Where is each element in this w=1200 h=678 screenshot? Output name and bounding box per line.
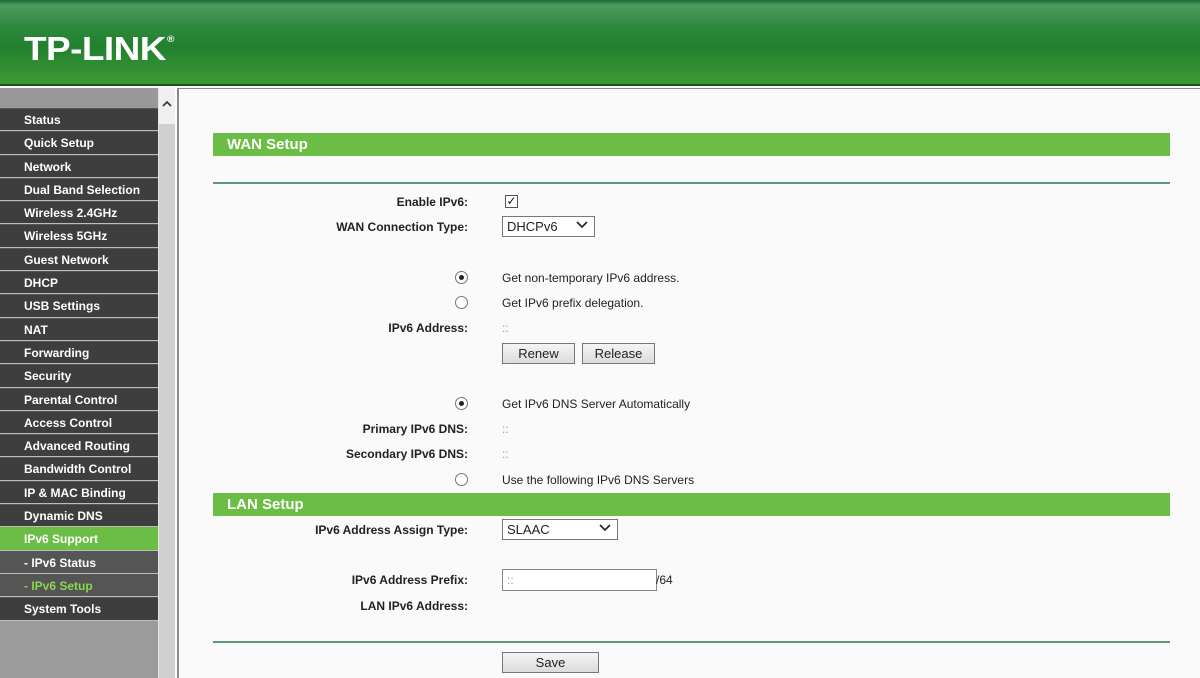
nontemp-address-radio[interactable] (455, 271, 468, 284)
ipv6-address-value: :: (502, 321, 509, 335)
main-content: WAN Setup Enable IPv6: ✓ WAN Connection … (177, 88, 1200, 678)
sidebar-item-ipv6-support[interactable]: IPv6 Support (0, 527, 158, 551)
sidebar-item-wireless-5ghz[interactable]: Wireless 5GHz (0, 224, 158, 248)
sidebar-item-ipv6-status[interactable]: - IPv6 Status (0, 550, 158, 574)
tp-link-logo: TP-LINK® (24, 30, 174, 67)
divider (213, 641, 1170, 643)
sidebar-item-network[interactable]: Network (0, 154, 158, 178)
dns-manual-radio[interactable] (455, 473, 468, 486)
prefix-label: IPv6 Address Prefix: (351, 573, 468, 587)
sidebar-item-advanced-routing[interactable]: Advanced Routing (0, 434, 158, 458)
divider (213, 182, 1170, 184)
dns-auto-label: Get IPv6 DNS Server Automatically (502, 397, 691, 411)
sidebar-item-wireless-2-4ghz[interactable]: Wireless 2.4GHz (0, 201, 158, 225)
sidebar-item-dual-band-selection[interactable]: Dual Band Selection (0, 177, 158, 202)
sidebar-item-ip-mac-binding[interactable]: IP & MAC Binding (0, 480, 158, 505)
chevron-up-icon (162, 100, 172, 107)
header-banner: TP-LINK® (0, 0, 1200, 86)
sidebar-item-status[interactable]: Status (0, 108, 158, 132)
primary-dns-value: :: (502, 422, 509, 436)
assign-type-select[interactable]: SLAAC (502, 519, 618, 540)
ipv6-address-label: IPv6 Address: (388, 321, 468, 335)
dns-manual-label: Use the following IPv6 DNS Servers (502, 473, 695, 487)
sidebar-item-bandwidth-control[interactable]: Bandwidth Control (0, 457, 158, 481)
wan-setup-heading: WAN Setup (213, 133, 1170, 156)
chevron-down-icon (599, 520, 611, 539)
sidebar-item-parental-control[interactable]: Parental Control (0, 387, 158, 411)
sidebar-item-nat[interactable]: NAT (0, 317, 158, 341)
secondary-dns-value: :: (502, 447, 509, 461)
release-button[interactable]: Release (582, 343, 655, 364)
sidebar-menu: Status Quick Setup Network Dual Band Sel… (0, 88, 158, 678)
sidebar-item-quick-setup[interactable]: Quick Setup (0, 131, 158, 155)
prefix-delegation-label: Get IPv6 prefix delegation. (502, 296, 644, 310)
assign-type-label: IPv6 Address Assign Type: (315, 523, 468, 537)
lan-ipv6-address-label: LAN IPv6 Address: (360, 599, 468, 613)
checkmark-icon: ✓ (506, 194, 517, 208)
sidebar-item-dhcp[interactable]: DHCP (0, 271, 158, 295)
lan-setup-heading: LAN Setup (213, 493, 1170, 516)
nontemp-address-label: Get non-temporary IPv6 address. (502, 271, 680, 285)
sidebar-item-guest-network[interactable]: Guest Network (0, 247, 158, 272)
dns-auto-radio[interactable] (455, 397, 468, 410)
save-button[interactable]: Save (502, 652, 599, 673)
sidebar-item-access-control[interactable]: Access Control (0, 410, 158, 435)
prefix-delegation-radio[interactable] (455, 296, 468, 309)
primary-dns-label: Primary IPv6 DNS: (362, 422, 468, 436)
enable-ipv6-checkbox[interactable]: ✓ (505, 195, 518, 208)
sidebar-item-ipv6-setup[interactable]: - IPv6 Setup (0, 573, 158, 598)
sidebar-item-forwarding[interactable]: Forwarding (0, 340, 158, 365)
chevron-down-icon (576, 217, 588, 236)
sidebar-scrollbar[interactable] (158, 88, 175, 678)
sidebar-item-usb-settings[interactable]: USB Settings (0, 294, 158, 318)
prefix-input[interactable]: :: (502, 569, 657, 591)
wan-connection-type-label: WAN Connection Type: (336, 220, 468, 234)
sidebar-item-security[interactable]: Security (0, 364, 158, 388)
prefix-suffix: /64 (656, 573, 673, 587)
wan-connection-type-select[interactable]: DHCPv6 (502, 216, 595, 237)
secondary-dns-label: Secondary IPv6 DNS: (345, 447, 468, 461)
enable-ipv6-label: Enable IPv6: (396, 195, 468, 209)
sidebar-item-dynamic-dns[interactable]: Dynamic DNS (0, 504, 158, 528)
renew-button[interactable]: Renew (502, 343, 575, 364)
scroll-up-button[interactable] (159, 88, 175, 124)
sidebar-item-system-tools[interactable]: System Tools (0, 597, 158, 621)
